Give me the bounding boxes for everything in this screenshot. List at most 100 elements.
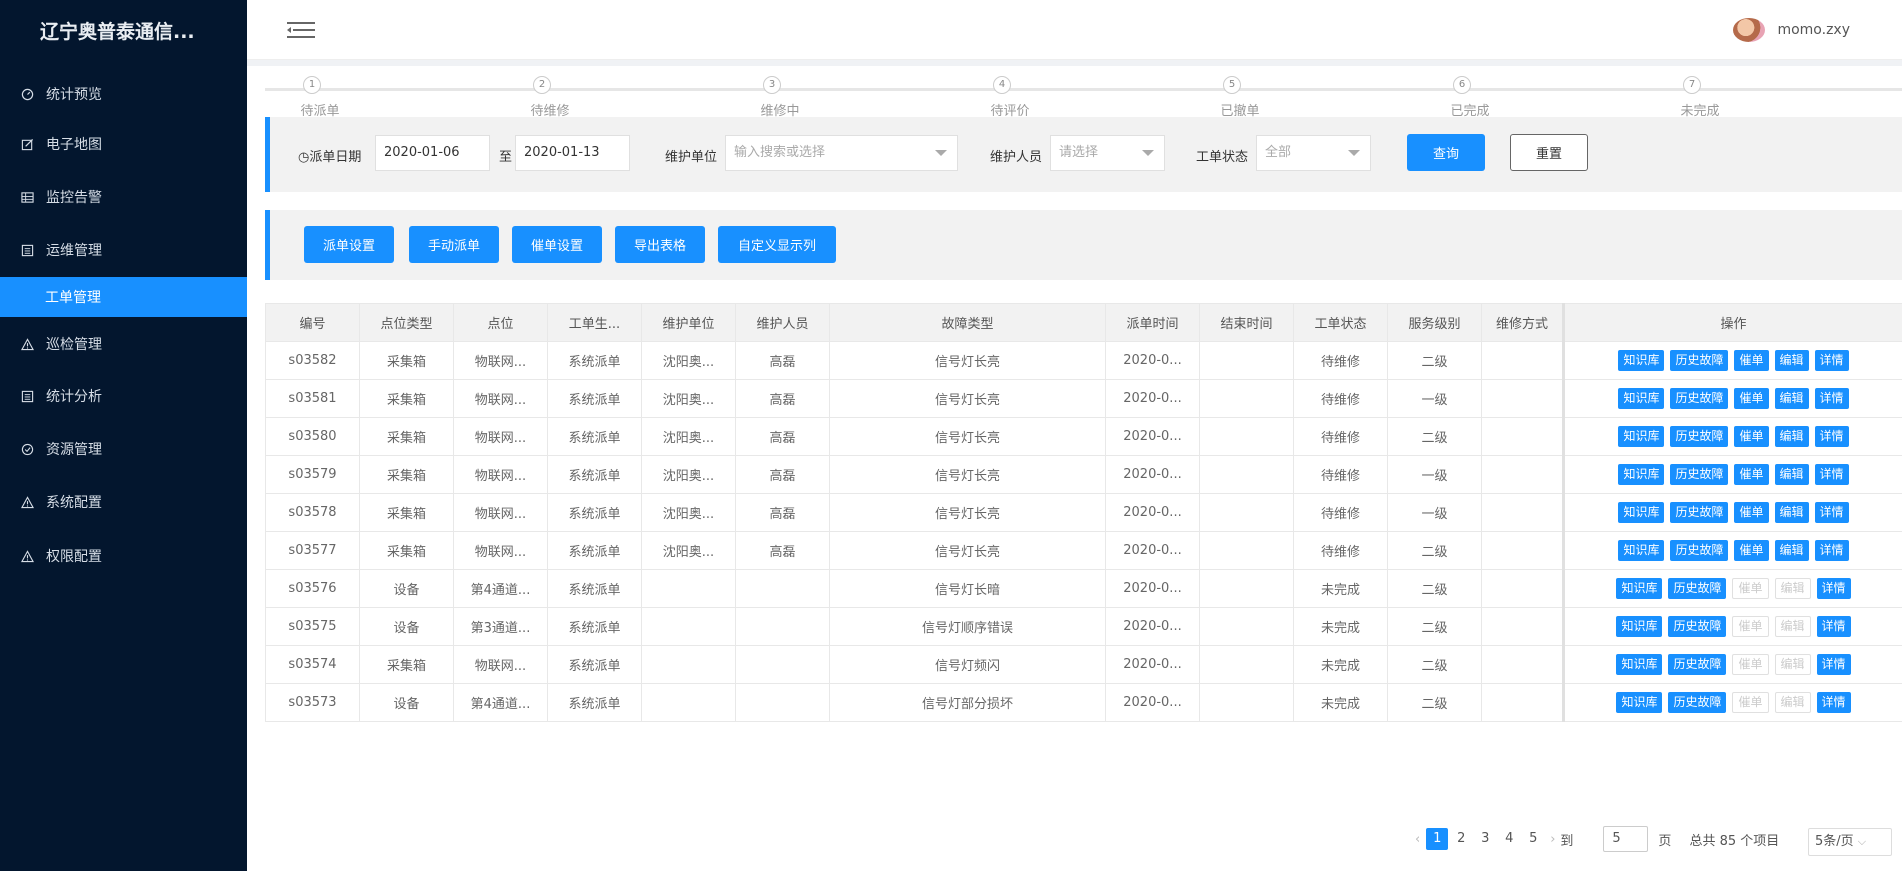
- detail-button[interactable]: 详情: [1814, 464, 1849, 485]
- page-1[interactable]: 1: [1426, 828, 1449, 850]
- knowledge-base-button[interactable]: 知识库: [1616, 578, 1663, 599]
- cell-point: 物联网...: [453, 531, 548, 570]
- action-button-4[interactable]: 自定义显示列: [718, 226, 836, 263]
- knowledge-base-button[interactable]: 知识库: [1618, 540, 1665, 561]
- staff-select[interactable]: 请选择: [1050, 135, 1165, 171]
- urge-button[interactable]: 催单: [1734, 388, 1769, 409]
- table-row[interactable]: s03573 设备 第4通道... 系统派单 信号灯部分损坏 2020-0... 未完成 二级…: [265, 683, 1902, 722]
- sidebar-item-6[interactable]: 统计分析: [0, 376, 247, 416]
- history-fault-button[interactable]: 历史故障: [1668, 616, 1727, 637]
- cell-point: 物联网...: [453, 455, 548, 494]
- history-fault-button[interactable]: 历史故障: [1668, 654, 1727, 675]
- goto-page-input[interactable]: 5: [1603, 826, 1649, 852]
- knowledge-base-button[interactable]: 知识库: [1618, 502, 1665, 523]
- history-fault-button[interactable]: 历史故障: [1670, 426, 1729, 447]
- cell-method: [1481, 493, 1564, 532]
- edit-button[interactable]: 编辑: [1774, 388, 1809, 409]
- next-page-icon[interactable]: ›: [1550, 832, 1555, 847]
- sidebar-item-8[interactable]: 系统配置: [0, 482, 247, 522]
- sidebar-item-0[interactable]: 统计预览: [0, 74, 247, 114]
- step-number: 2: [533, 76, 551, 94]
- urge-button: 催单: [1732, 578, 1769, 599]
- urge-button[interactable]: 催单: [1734, 464, 1769, 485]
- detail-button[interactable]: 详情: [1814, 426, 1849, 447]
- action-button-1[interactable]: 手动派单: [409, 226, 499, 263]
- cell-unit: 沈阳奥...: [641, 341, 736, 380]
- knowledge-base-button[interactable]: 知识库: [1618, 350, 1665, 371]
- history-fault-button[interactable]: 历史故障: [1670, 464, 1729, 485]
- knowledge-base-button[interactable]: 知识库: [1616, 616, 1663, 637]
- sidebar-item-5[interactable]: 巡检管理: [0, 324, 247, 364]
- sidebar-item-1[interactable]: 电子地图: [0, 124, 247, 164]
- table-row[interactable]: s03579 采集箱 物联网... 系统派单 沈阳奥... 高磊 信号灯长亮 2020-0..…: [265, 455, 1902, 494]
- detail-button[interactable]: 详情: [1816, 616, 1851, 637]
- knowledge-base-button[interactable]: 知识库: [1616, 692, 1663, 713]
- sidebar-item-9[interactable]: 权限配置: [0, 536, 247, 576]
- history-fault-button[interactable]: 历史故障: [1670, 388, 1729, 409]
- edit-button[interactable]: 编辑: [1774, 540, 1809, 561]
- detail-button[interactable]: 详情: [1816, 654, 1851, 675]
- edit-button[interactable]: 编辑: [1774, 464, 1809, 485]
- history-fault-button[interactable]: 历史故障: [1670, 540, 1729, 561]
- sidebar-item-7[interactable]: 资源管理: [0, 429, 247, 469]
- urge-button[interactable]: 催单: [1734, 350, 1769, 371]
- unit-select[interactable]: 输入搜索或选择: [725, 135, 958, 171]
- status-select[interactable]: 全部: [1256, 135, 1371, 171]
- action-button-3[interactable]: 导出表格: [615, 226, 705, 263]
- edit-button: 编辑: [1774, 692, 1811, 713]
- edit-button[interactable]: 编辑: [1774, 426, 1809, 447]
- history-fault-button[interactable]: 历史故障: [1668, 578, 1727, 599]
- step-4: 4 待评价: [982, 76, 1030, 119]
- page-size-select[interactable]: 5条/页 ⌵: [1808, 828, 1892, 856]
- table-row[interactable]: s03582 采集箱 物联网... 系统派单 沈阳奥... 高磊 信号灯长亮 2020-0..…: [265, 341, 1902, 380]
- urge-button[interactable]: 催单: [1734, 540, 1769, 561]
- knowledge-base-button[interactable]: 知识库: [1618, 464, 1665, 485]
- table-row[interactable]: s03578 采集箱 物联网... 系统派单 沈阳奥... 高磊 信号灯长亮 2020-0..…: [265, 493, 1902, 532]
- history-fault-button[interactable]: 历史故障: [1670, 350, 1729, 371]
- edit-button[interactable]: 编辑: [1774, 350, 1809, 371]
- cell-end: [1199, 531, 1294, 570]
- history-fault-button[interactable]: 历史故障: [1670, 502, 1729, 523]
- page-3[interactable]: 3: [1474, 828, 1496, 850]
- page-5[interactable]: 5: [1522, 828, 1544, 850]
- detail-button[interactable]: 详情: [1814, 540, 1849, 561]
- cell-point: 物联网...: [453, 379, 548, 418]
- sidebar-item-2[interactable]: 监控告警: [0, 177, 247, 217]
- detail-button[interactable]: 详情: [1816, 692, 1851, 713]
- prev-page-icon[interactable]: ‹: [1415, 832, 1420, 847]
- table-row[interactable]: s03574 采集箱 物联网... 系统派单 信号灯频闪 2020-0... 未完成 二级 知识…: [265, 645, 1902, 684]
- sidebar-item-3[interactable]: 运维管理: [0, 230, 247, 270]
- reset-button[interactable]: 重置: [1510, 134, 1588, 171]
- sidebar-item-label: 电子地图: [46, 137, 102, 153]
- action-button-2[interactable]: 催单设置: [512, 226, 602, 263]
- knowledge-base-button[interactable]: 知识库: [1616, 654, 1663, 675]
- date-start-input[interactable]: 2020-01-06: [375, 135, 490, 171]
- query-button[interactable]: 查询: [1407, 134, 1485, 171]
- page-2[interactable]: 2: [1450, 828, 1472, 850]
- knowledge-base-button[interactable]: 知识库: [1618, 426, 1665, 447]
- page-4[interactable]: 4: [1498, 828, 1520, 850]
- cell-type: 采集箱: [359, 417, 454, 456]
- table-row[interactable]: s03577 采集箱 物联网... 系统派单 沈阳奥... 高磊 信号灯长亮 2020-0..…: [265, 531, 1902, 570]
- table-row[interactable]: s03580 采集箱 物联网... 系统派单 沈阳奥... 高磊 信号灯长亮 2020-0..…: [265, 417, 1902, 456]
- table-row[interactable]: s03576 设备 第4通道... 系统派单 信号灯长暗 2020-0... 未完成 二级 知识…: [265, 569, 1902, 608]
- history-fault-button[interactable]: 历史故障: [1668, 692, 1727, 713]
- table-icon: [20, 190, 34, 204]
- action-button-0[interactable]: 派单设置: [304, 226, 394, 263]
- urge-button[interactable]: 催单: [1734, 502, 1769, 523]
- edit-button[interactable]: 编辑: [1774, 502, 1809, 523]
- sidebar-item-label: 监控告警: [46, 190, 102, 206]
- user-menu[interactable]: momo.zxy: [1733, 18, 1850, 42]
- sidebar-item-4[interactable]: 工单管理: [0, 277, 247, 317]
- cell-point: 第3通道...: [453, 607, 548, 646]
- detail-button[interactable]: 详情: [1816, 578, 1851, 599]
- detail-button[interactable]: 详情: [1814, 388, 1849, 409]
- detail-button[interactable]: 详情: [1814, 502, 1849, 523]
- date-end-input[interactable]: 2020-01-13: [515, 135, 630, 171]
- knowledge-base-button[interactable]: 知识库: [1618, 388, 1665, 409]
- table-row[interactable]: s03581 采集箱 物联网... 系统派单 沈阳奥... 高磊 信号灯长亮 2020-0..…: [265, 379, 1902, 418]
- detail-button[interactable]: 详情: [1814, 350, 1849, 371]
- urge-button[interactable]: 催单: [1734, 426, 1769, 447]
- table-row[interactable]: s03575 设备 第3通道... 系统派单 信号灯顺序错误 2020-0... 未完成 二级…: [265, 607, 1902, 646]
- menu-toggle-icon[interactable]: [287, 20, 315, 40]
